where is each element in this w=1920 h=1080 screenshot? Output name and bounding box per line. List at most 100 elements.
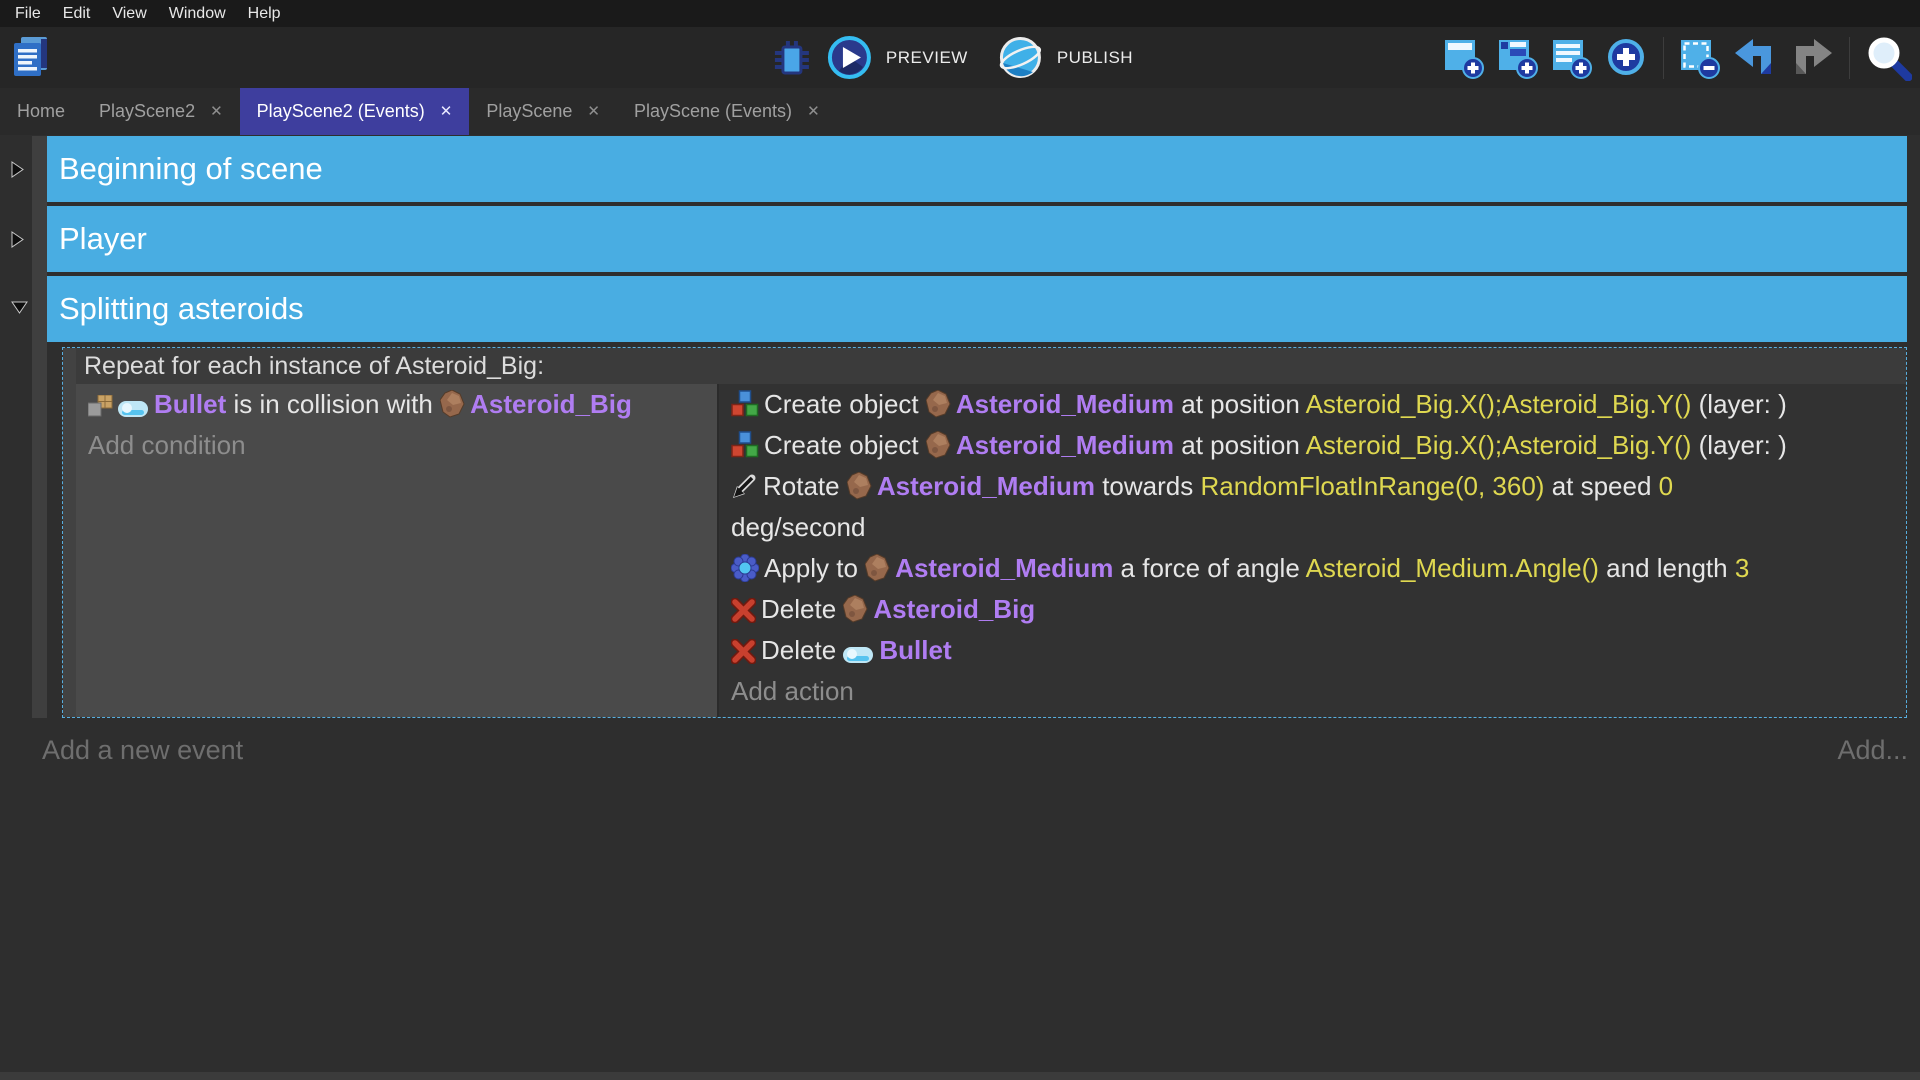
add-action-button[interactable]: Add action	[719, 671, 1906, 712]
preview-label[interactable]: PREVIEW	[886, 48, 968, 68]
gdevelop-window: FileEditViewWindowHelp PREVIEW PUBLISH H…	[0, 0, 1920, 1080]
arrow-right-icon[interactable]	[11, 161, 27, 177]
asteroid-icon	[926, 390, 951, 418]
tab-label: PlayScene (Events)	[634, 101, 792, 122]
close-icon[interactable]: ✕	[807, 104, 820, 119]
event-group-splitting-asteroids[interactable]: Splitting asteroids	[47, 276, 1907, 342]
row-text: and length	[1599, 553, 1735, 583]
tab-label: PlayScene2	[99, 101, 195, 122]
object-name: Asteroid_Big	[470, 389, 632, 419]
add-comment-icon[interactable]	[1549, 34, 1596, 81]
row-text: is in collision with	[226, 389, 440, 419]
publish-icon[interactable]	[996, 33, 1045, 82]
event-drag-handle[interactable]	[63, 348, 76, 717]
asteroid-icon	[440, 390, 465, 418]
action-row[interactable]: Delete Asteroid_Big	[719, 589, 1906, 630]
object-name: Bullet	[879, 635, 951, 665]
horizontal-scrollbar[interactable]	[0, 1072, 1920, 1080]
menu-help[interactable]: Help	[237, 0, 292, 27]
add-condition-button[interactable]: Add condition	[76, 425, 717, 466]
preview-icon[interactable]	[825, 33, 874, 82]
row-text: Apply to	[764, 553, 865, 583]
rotate-icon	[731, 473, 758, 500]
action-row[interactable]: Delete Bullet	[719, 630, 1906, 671]
arrow-down-icon[interactable]	[11, 301, 27, 317]
tab-playscene2[interactable]: PlayScene2 ✕	[82, 88, 240, 135]
menu-edit[interactable]: Edit	[52, 0, 102, 27]
tab-home[interactable]: Home	[0, 88, 82, 135]
row-text: Create object	[764, 389, 926, 419]
conditions-column: Bullet is in collision with Asteroid_Big…	[76, 384, 717, 717]
condition-row[interactable]: Bullet is in collision with Asteroid_Big	[76, 384, 717, 425]
row-text: deg/second	[731, 512, 865, 542]
toolbar-right	[1441, 27, 1914, 88]
menu-file[interactable]: File	[4, 0, 52, 27]
tab-label: PlayScene	[486, 101, 572, 122]
search-icon[interactable]	[1863, 32, 1914, 83]
row-text: at position	[1174, 389, 1306, 419]
repeat-event-block[interactable]: Repeat for each instance of Asteroid_Big…	[62, 347, 1907, 718]
event-group-beginning-of-scene[interactable]: Beginning of scene	[47, 136, 1907, 202]
row-text: at position	[1174, 430, 1306, 460]
gdevelop-logo[interactable]	[12, 37, 49, 78]
asteroid-icon	[843, 595, 868, 623]
row-text: Delete	[761, 635, 843, 665]
create-object-icon	[731, 390, 759, 418]
delete-icon	[731, 639, 756, 664]
toolbar-separator	[1849, 37, 1850, 79]
row-text: a force of angle	[1113, 553, 1305, 583]
action-row[interactable]: Create object Asteroid_Medium at positio…	[719, 384, 1906, 425]
add-more-button[interactable]: Add...	[1837, 735, 1908, 766]
tab-playscene2-events-[interactable]: PlayScene2 (Events) ✕	[240, 88, 470, 135]
row-text: (layer: )	[1691, 430, 1786, 460]
row-text: Create object	[764, 430, 926, 460]
asteroid-icon	[926, 431, 951, 459]
close-icon[interactable]: ✕	[210, 104, 223, 119]
row-text: towards	[1095, 471, 1201, 501]
menu-window[interactable]: Window	[158, 0, 237, 27]
add-new-event-button[interactable]: Add a new event	[42, 735, 243, 766]
bullet-icon	[843, 647, 874, 664]
row-text: Rotate	[763, 471, 847, 501]
action-row[interactable]: Rotate Asteroid_Medium towards RandomFlo…	[719, 466, 1906, 548]
undo-icon[interactable]	[1731, 36, 1780, 80]
arrow-right-icon[interactable]	[11, 231, 27, 247]
bullet-icon	[118, 401, 149, 418]
object-name: Asteroid_Medium	[877, 471, 1095, 501]
object-name: Asteroid_Medium	[956, 389, 1174, 419]
event-group-player[interactable]: Player	[47, 206, 1907, 272]
expression-value: Asteroid_Medium.Angle()	[1306, 553, 1599, 583]
repeat-event-header[interactable]: Repeat for each instance of Asteroid_Big…	[76, 348, 1906, 384]
collision-icon	[88, 395, 113, 418]
publish-label[interactable]: PUBLISH	[1057, 48, 1133, 68]
delete-selection-icon[interactable]	[1677, 34, 1724, 81]
action-row[interactable]: Apply to Asteroid_Medium a force of angl…	[719, 548, 1906, 589]
row-text: at speed	[1544, 471, 1658, 501]
debug-icon[interactable]	[771, 34, 813, 82]
row-text: (layer: )	[1691, 389, 1786, 419]
action-row[interactable]: Create object Asteroid_Medium at positio…	[719, 425, 1906, 466]
toolbar: PREVIEW PUBLISH	[0, 27, 1920, 88]
expression-value: 0	[1659, 471, 1673, 501]
add-circle-icon[interactable]	[1603, 34, 1650, 81]
menu-view[interactable]: View	[101, 0, 157, 27]
row-text: Delete	[761, 594, 843, 624]
toolbar-center: PREVIEW PUBLISH	[771, 27, 1149, 88]
add-subevent-icon[interactable]	[1495, 34, 1542, 81]
event-margin-strip	[32, 136, 47, 718]
close-icon[interactable]: ✕	[440, 104, 453, 119]
create-object-icon	[731, 431, 759, 459]
redo-icon[interactable]	[1787, 36, 1836, 80]
tab-label: Home	[17, 101, 65, 122]
toolbar-separator	[1663, 37, 1664, 79]
menu-bar: FileEditViewWindowHelp	[0, 0, 1920, 27]
tab-playscene[interactable]: PlayScene ✕	[469, 88, 617, 135]
add-event-icon[interactable]	[1441, 34, 1488, 81]
close-icon[interactable]: ✕	[587, 104, 600, 119]
asteroid-icon	[847, 472, 872, 500]
expression-value: 3	[1735, 553, 1749, 583]
tab-label: PlayScene2 (Events)	[257, 101, 425, 122]
tab-playscene-events-[interactable]: PlayScene (Events) ✕	[617, 88, 837, 135]
actions-column: Create object Asteroid_Medium at positio…	[717, 384, 1906, 717]
expression-value: Asteroid_Big.X();Asteroid_Big.Y()	[1306, 430, 1692, 460]
